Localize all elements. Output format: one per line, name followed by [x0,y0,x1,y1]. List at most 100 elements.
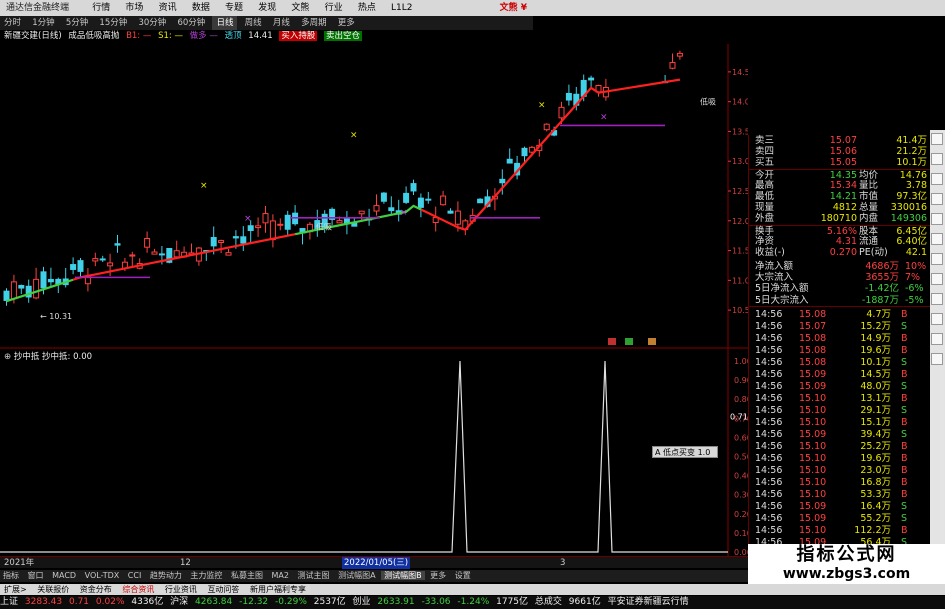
kline-chart[interactable]: 14.50 14.00 13.50 13.00 12.50 12.00 11.50 11.00… [0,44,748,349]
chart-tool-button[interactable] [648,338,656,345]
tab-simu[interactable]: 私募主图 [228,571,266,580]
period-15min[interactable]: 15分钟 [95,16,131,30]
tab-zhibiao[interactable]: 指标 [0,571,22,580]
ma-line [72,233,296,281]
period-daily[interactable]: 日线 [212,16,238,30]
info-tab-qa[interactable]: 互动问答 [203,585,243,594]
tick-price: 15.10 [799,464,827,476]
side-icon-9[interactable] [931,293,943,305]
menu-item-wenxiong[interactable]: 文熊 [285,0,315,16]
period-more[interactable]: 更多 [334,16,359,30]
tick-price: 15.07 [799,320,827,332]
tick-row: 14:56 15.10 25.2万 B [749,441,930,453]
menu-item-shichang[interactable]: 市场 [119,0,149,16]
sh-label[interactable]: 上证 [0,597,18,607]
flow-pct: -6% [905,283,924,295]
price-axis-label: 12.00 [732,217,748,226]
tab-chuangkou[interactable]: 窗口 [25,571,47,580]
period-1min[interactable]: 1分钟 [28,16,58,30]
total-label: 总成交 [534,597,562,607]
tick-price: 15.09 [799,500,827,512]
total-value: 9661亿 [568,597,601,607]
candle-body [255,225,262,229]
tick-price: 15.08 [799,356,827,368]
flow-row: 5日大宗流入 -1887万 -5% [749,295,930,306]
side-icon-5[interactable] [931,213,943,225]
period-5min[interactable]: 5分钟 [62,16,92,30]
period-60min[interactable]: 60分钟 [173,16,209,30]
watermark-url: www.zbgs3.com [782,566,911,582]
info-tab-industry[interactable]: 行业资讯 [161,585,201,594]
tick-price: 15.09 [799,380,827,392]
sz-value: 4263.84 [195,597,233,607]
menu-item-hangye[interactable]: 行业 [319,0,349,16]
cy-label[interactable]: 创业 [353,597,371,607]
tab-settings[interactable]: 设置 [452,571,474,580]
quote-value-2: 97.3亿 [896,190,927,202]
candle-body [129,254,136,257]
signal-marker: × [200,181,208,191]
sz-label[interactable]: 沪深 [170,597,188,607]
flow-pct: 10% [905,261,927,273]
side-icon-10[interactable] [931,313,943,325]
quote-label: 买五 [755,157,775,169]
info-tab-welfare[interactable]: 新用户福利专享 [246,585,310,594]
period-weekly[interactable]: 周线 [241,16,266,30]
period-30min[interactable]: 30分钟 [134,16,170,30]
side-icon-2[interactable] [931,153,943,165]
quote-value: 14.21 [829,190,857,202]
info-tab-news[interactable]: 综合资讯 [118,585,158,594]
chart-tool-button[interactable] [625,338,633,345]
info-tab-expand[interactable]: 扩展> [0,585,31,594]
side-icon-11[interactable] [931,333,943,345]
quote-value-2: 3.78 [905,179,927,191]
sub-indicator-icon[interactable]: ⊕ [4,352,11,362]
tab-test-main[interactable]: 测试主图 [295,571,333,580]
tick-time: 14:56 [755,428,783,440]
period-monthly[interactable]: 月线 [269,16,294,30]
side-icon-12[interactable] [931,353,943,365]
quote-label: 现量 [755,202,775,214]
tick-price: 15.10 [799,440,827,452]
tab-qushi[interactable]: 趋势动力 [147,571,185,580]
menu-item-redian[interactable]: 热点 [352,0,382,16]
tab-zhuli[interactable]: 主力监控 [187,571,225,580]
sub-indicator-chart[interactable]: 1.000.900.800.700.600.500.400.300.200.10… [0,349,748,556]
side-icon-1[interactable] [931,133,943,145]
info-tab-related[interactable]: 关联报价 [33,585,73,594]
side-icon-8[interactable] [931,273,943,285]
menu-item-faxian[interactable]: 发现 [252,0,282,16]
watermark-logo: 指标公式网 www.zbgs3.com [748,544,945,584]
menu-item-hangqing[interactable]: 行情 [86,0,116,16]
tab-test-a[interactable]: 测试幅图A [335,571,378,580]
sub-axis-label: 0.10 [734,529,748,538]
menu-item-l1l2[interactable]: L1L2 [385,0,418,16]
candle-body [565,92,572,101]
period-fenshi[interactable]: 分时 [0,16,25,30]
side-icon-6[interactable] [931,233,943,245]
side-icon-3[interactable] [931,173,943,185]
signal-popup[interactable]: A 低点买变 1.0 [652,446,718,458]
tick-row: 14:56 15.10 16.8万 B [749,477,930,489]
tab-cci[interactable]: CCI [125,571,145,580]
side-icon-4[interactable] [931,193,943,205]
buy-hold-label: 买入持股 [279,31,318,41]
menu-item-shuju[interactable]: 数据 [186,0,216,16]
tab-test-b[interactable]: 测试幅图B [381,571,425,580]
period-multi[interactable]: 多周期 [297,16,331,30]
tab-macd[interactable]: MACD [49,571,79,580]
tick-time: 14:56 [755,464,783,476]
tab-ma2[interactable]: MA2 [269,571,292,580]
tab-more[interactable]: 更多 [427,571,449,580]
signal-marker: × [538,101,546,111]
info-tab-funds[interactable]: 资金分布 [76,585,116,594]
menu-item-zhuanti[interactable]: 专题 [219,0,249,16]
menu-item-zixun[interactable]: 资讯 [153,0,183,16]
chart-tool-button[interactable] [608,338,616,345]
info-tab-row: 扩展> 关联报价 资金分布 综合资讯 行业资讯 互动问答 新用户福利专享 [0,584,945,595]
brand-label[interactable]: 文熊 ¥ [494,0,533,16]
tick-price: 15.10 [799,476,827,488]
tab-vol-tdx[interactable]: VOL-TDX [82,571,123,580]
price-axis-label: 12.50 [732,187,748,196]
side-icon-7[interactable] [931,253,943,265]
